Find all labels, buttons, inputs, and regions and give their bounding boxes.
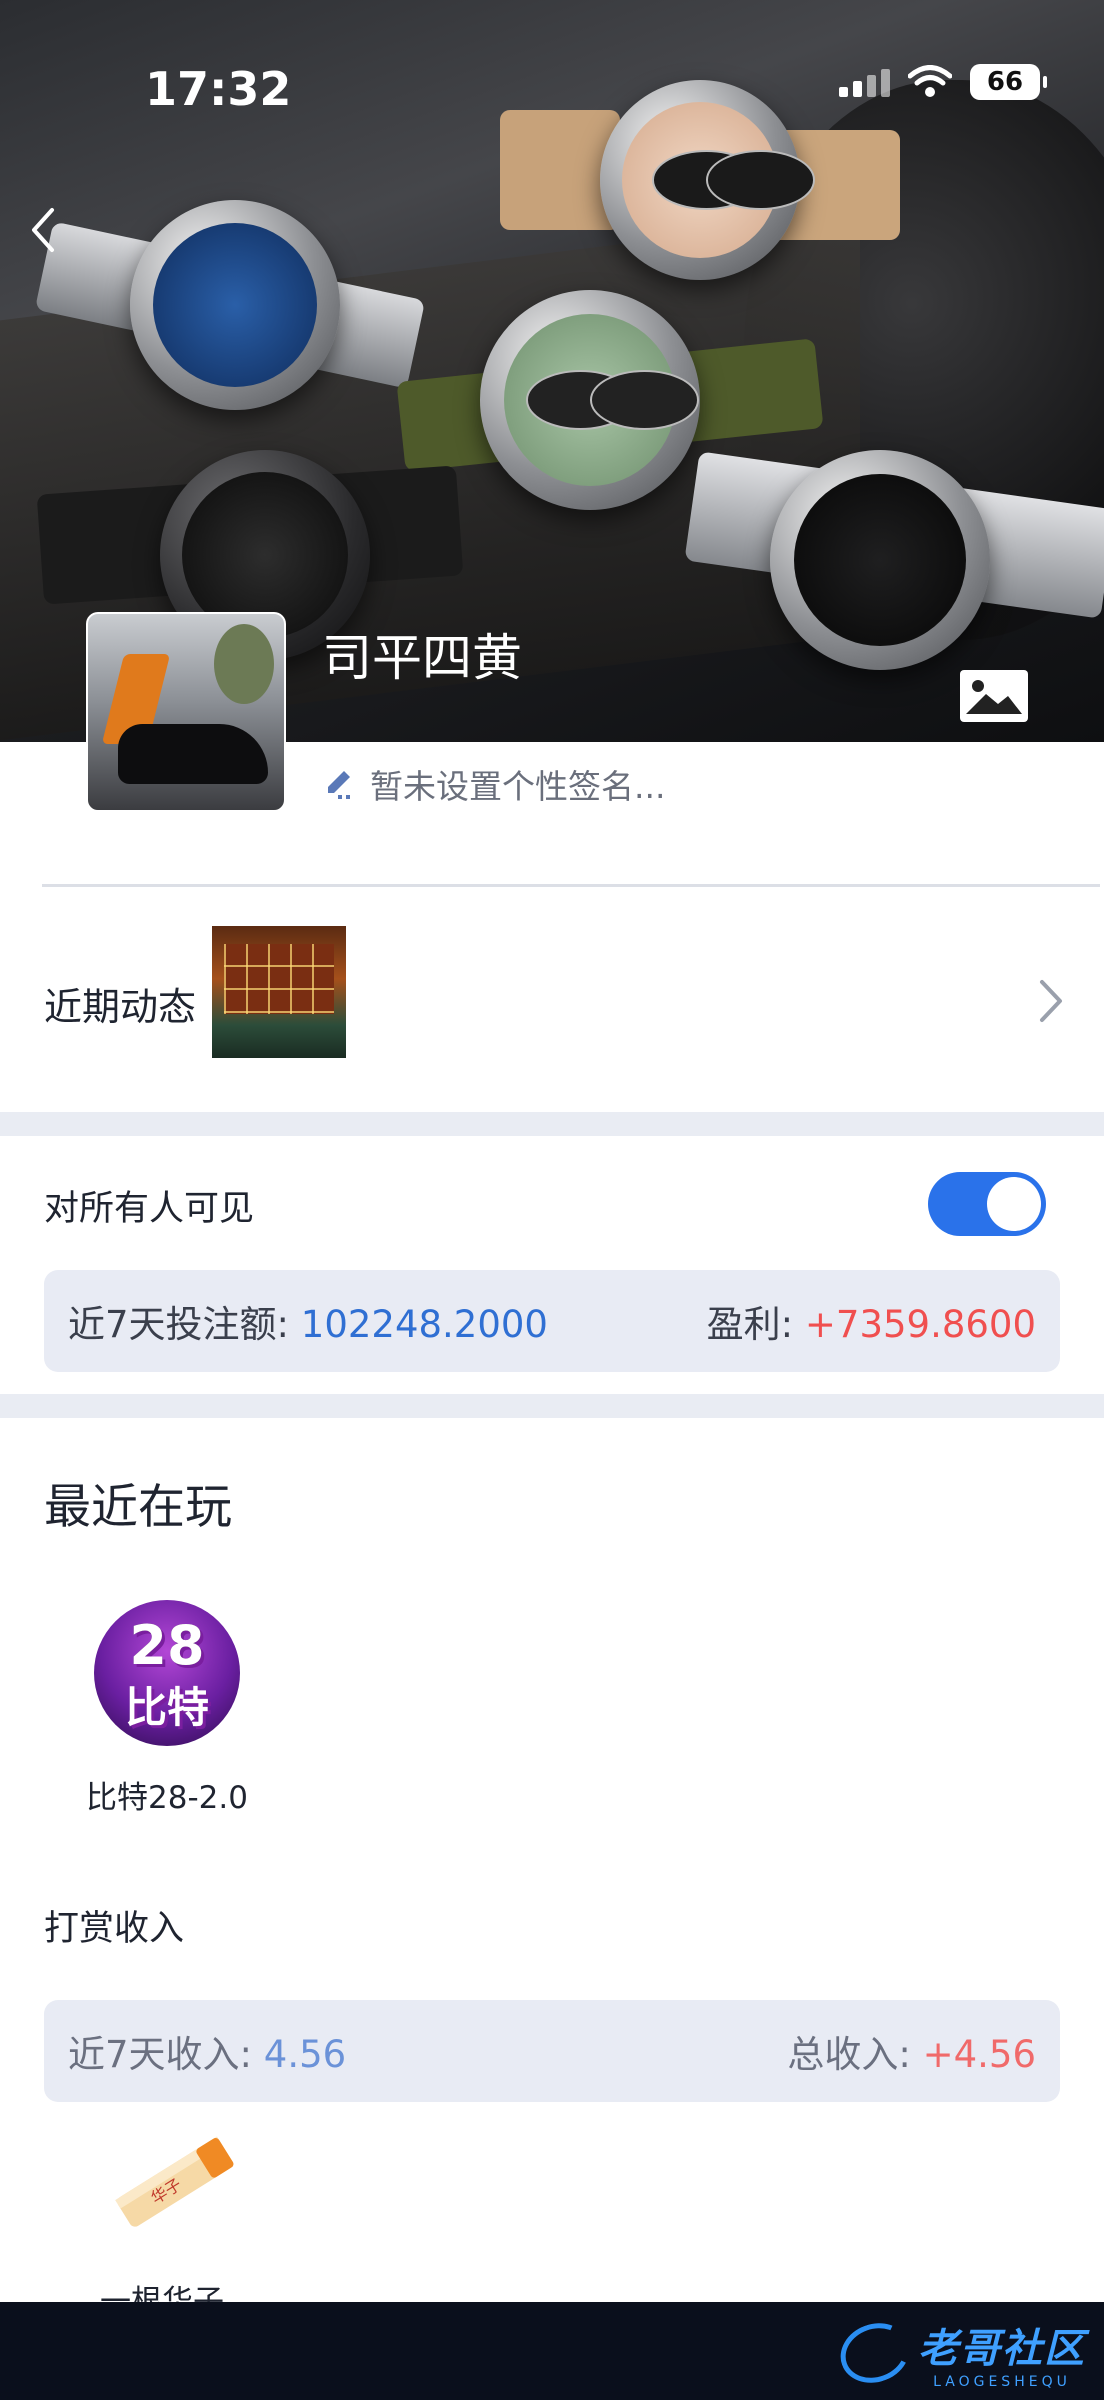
- dragon-logo-icon: [832, 2313, 918, 2393]
- battery-indicator: 66: [970, 64, 1047, 100]
- signature-row[interactable]: 暂未设置个性签名...: [322, 760, 665, 808]
- gift-cigarette-icon[interactable]: 华子: [104, 2126, 244, 2236]
- visibility-label: 对所有人可见: [44, 1189, 255, 1229]
- watch-blue: [34, 180, 426, 440]
- game-icon-number: 28: [129, 1614, 205, 1677]
- bottom-bar: 老哥社区 LAOGESHEQU: [0, 2302, 1104, 2400]
- total-income: 总收入: +4.56: [787, 2024, 1036, 2078]
- bet-amount-label: 近7天投注额:: [68, 1303, 290, 1346]
- week-income-value: 4.56: [263, 2033, 347, 2076]
- profit-label: 盈利:: [706, 1303, 794, 1346]
- visibility-toggle[interactable]: [928, 1172, 1046, 1236]
- game-name: 比特28-2.0: [86, 1780, 248, 1816]
- change-cover-image-icon[interactable]: [958, 668, 1030, 724]
- gift-label: 一根华子: [100, 2284, 224, 2302]
- game-icon-text: 比特: [124, 1683, 209, 1732]
- watch-steel: [684, 440, 1104, 700]
- back-arrow-icon[interactable]: [18, 200, 68, 260]
- bet-amount: 近7天投注额: 102248.2000: [68, 1294, 548, 1348]
- status-icons: 66: [839, 64, 1047, 100]
- profit-value: +7359.8600: [804, 1303, 1036, 1346]
- recent-activity-label: 近期动态: [44, 985, 197, 1029]
- section-separator: [0, 1112, 1104, 1136]
- profit: 盈利: +7359.8600: [707, 1294, 1036, 1348]
- total-income-label: 总收入:: [787, 2033, 911, 2076]
- bet-amount-value: 102248.2000: [300, 1303, 548, 1346]
- watch-tan: [480, 70, 900, 300]
- total-income-value: +4.56: [922, 2033, 1036, 2076]
- brand-subtitle: LAOGESHEQU: [933, 2374, 1071, 2390]
- username: 司平四黄: [322, 629, 522, 687]
- signature-text: 暂未设置个性签名...: [370, 767, 666, 806]
- section-separator: [0, 1394, 1104, 1418]
- avatar[interactable]: [86, 612, 286, 812]
- brand-name: 老哥社区: [918, 2326, 1086, 2372]
- chevron-right-icon: [1040, 980, 1062, 1022]
- reward-income-title: 打赏收入: [44, 1909, 185, 1949]
- recent-activity-thumbnail: [212, 926, 346, 1058]
- game-icon: 28 比特: [94, 1600, 240, 1746]
- edit-pencil-icon: [328, 771, 350, 799]
- week-income: 近7天收入: 4.56: [68, 2024, 346, 2078]
- divider: [42, 884, 1100, 887]
- cellular-signal-icon: [839, 67, 890, 97]
- recent-activity-row[interactable]: 近期动态: [0, 890, 1104, 1112]
- wifi-icon: [908, 65, 952, 97]
- recently-playing-title: 最近在玩: [44, 1480, 232, 1535]
- brand-watermark: 老哥社区 LAOGESHEQU: [832, 2313, 1086, 2393]
- game-item[interactable]: 28 比特 比特28-2.0: [74, 1600, 260, 1817]
- week-income-label: 近7天收入:: [68, 2033, 253, 2076]
- reward-stats-box: 近7天收入: 4.56 总收入: +4.56: [44, 2000, 1060, 2102]
- status-time: 17:32: [145, 62, 292, 116]
- bet-stats-box: 近7天投注额: 102248.2000 盈利: +7359.8600: [44, 1270, 1060, 1372]
